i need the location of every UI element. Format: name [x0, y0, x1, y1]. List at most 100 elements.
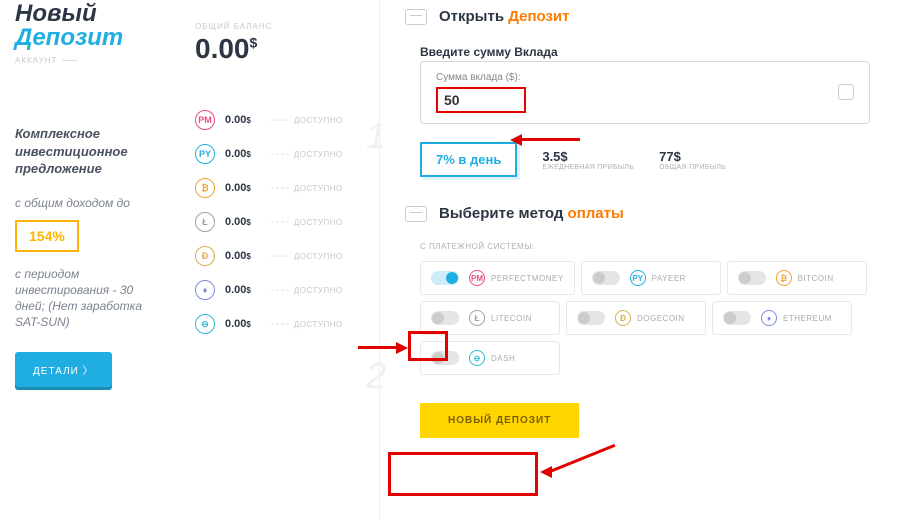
- step-1-number: 1: [366, 115, 386, 157]
- coin-dash: - - - -: [271, 216, 288, 228]
- payment-toggle[interactable]: [577, 311, 605, 325]
- amount-legend: Сумма вклада ($):: [436, 72, 854, 83]
- payment-method-payeer[interactable]: PY PAYEER: [581, 261, 721, 295]
- coin-row: Ł 0.00$ - - - - ДОСТУПНО: [195, 205, 364, 239]
- payment-header: Выберите метод оплаты: [405, 205, 870, 222]
- coin-dash: - - - -: [271, 182, 288, 194]
- coin-dash: - - - -: [271, 250, 288, 262]
- page-title-2: Депозит: [15, 24, 165, 52]
- payment-toggle[interactable]: [723, 311, 751, 325]
- daily-profit-val: 3.5$: [542, 149, 634, 164]
- promo-title: Комплексное инвестиционное предложение: [15, 125, 165, 178]
- payment-name: DASH: [491, 354, 515, 363]
- payment-icon: ♦: [761, 310, 777, 326]
- new-deposit-button[interactable]: НОВЫЙ ДЕПОЗИТ: [420, 403, 579, 438]
- coin-value: 0.00$: [225, 318, 265, 330]
- payment-from-label: С ПЛАТЕЖНОЙ СИСТЕМЫ:: [420, 242, 870, 251]
- payment-name: BITCOIN: [798, 274, 834, 283]
- coin-row: Ð 0.00$ - - - - ДОСТУПНО: [195, 239, 364, 273]
- payment-toggle[interactable]: [592, 271, 620, 285]
- coin-icon: PY: [195, 144, 215, 164]
- balance-amount: 0.00$: [195, 33, 364, 65]
- payment-toggle[interactable]: [431, 271, 459, 285]
- coin-status: ДОСТУПНО: [294, 218, 343, 227]
- payment-method-dogecoin[interactable]: Ð DOGECOIN: [566, 301, 706, 335]
- coin-dash: - - - -: [271, 284, 288, 296]
- amount-heading: Введите сумму Вклада: [420, 45, 870, 59]
- coin-row: ₿ 0.00$ - - - - ДОСТУПНО: [195, 171, 364, 205]
- details-button[interactable]: ДЕТАЛИ 〉: [15, 352, 112, 387]
- coin-icon: ₿: [195, 178, 215, 198]
- coin-value: 0.00$: [225, 114, 265, 126]
- open-deposit-header: Открыть Депозит: [405, 8, 870, 25]
- payment-icon: Ł: [469, 310, 485, 326]
- promo-sub: с общим доходом до: [15, 196, 165, 210]
- payment-method-bitcoin[interactable]: ₿ BITCOIN: [727, 261, 867, 295]
- coin-value: 0.00$: [225, 148, 265, 160]
- calculator-icon[interactable]: [838, 84, 854, 100]
- payment-name: ETHEREUM: [783, 314, 832, 323]
- coin-status: ДОСТУПНО: [294, 320, 343, 329]
- open-title-accent: Депозит: [508, 8, 569, 25]
- amount-input-wrap: Сумма вклада ($):: [420, 61, 870, 124]
- open-title-pre: Открыть: [439, 8, 508, 25]
- payment-name: PAYEER: [652, 274, 686, 283]
- coin-value: 0.00$: [225, 250, 265, 262]
- payment-method-dash[interactable]: ⊖ DASH: [420, 341, 560, 375]
- step-2-number: 2: [366, 355, 386, 397]
- balance-label: ОБЩИЙ БАЛАНС: [195, 22, 364, 31]
- promo-period: с периодом инвестирования - 30 дней; (Не…: [15, 266, 165, 331]
- wallet-icon: [405, 9, 427, 25]
- coin-row: PY 0.00$ - - - - ДОСТУПНО: [195, 137, 364, 171]
- coin-dash: - - - -: [271, 148, 288, 160]
- payment-name: PERFECTMONEY: [491, 274, 564, 283]
- payment-grid: PM PERFECTMONEY PY PAYEER ₿ BITCOIN Ł LI…: [420, 261, 870, 375]
- coin-list: PM 0.00$ - - - - ДОСТУПНОPY 0.00$ - - - …: [195, 103, 364, 341]
- annotation-submit-box: [388, 452, 538, 496]
- payment-method-perfectmoney[interactable]: PM PERFECTMONEY: [420, 261, 575, 295]
- payment-name: LITECOIN: [491, 314, 532, 323]
- balance-currency: $: [250, 35, 258, 51]
- coin-status: ДОСТУПНО: [294, 252, 343, 261]
- amount-input[interactable]: [436, 87, 526, 113]
- payment-method-litecoin[interactable]: Ł LITECOIN: [420, 301, 560, 335]
- coin-dash: - - - -: [271, 318, 288, 330]
- card-icon: [405, 206, 427, 222]
- payment-icon: Ð: [615, 310, 631, 326]
- coin-status: ДОСТУПНО: [294, 286, 343, 295]
- coin-status: ДОСТУПНО: [294, 184, 343, 193]
- payment-icon: ⊖: [469, 350, 485, 366]
- pay-title-accent: оплаты: [568, 205, 624, 222]
- coin-status: ДОСТУПНО: [294, 116, 343, 125]
- payment-toggle[interactable]: [431, 351, 459, 365]
- coin-status: ДОСТУПНО: [294, 150, 343, 159]
- coin-value: 0.00$: [225, 284, 265, 296]
- payment-icon: PM: [469, 270, 485, 286]
- account-label: АККАУНТ: [15, 56, 165, 65]
- payment-name: DOGECOIN: [637, 314, 685, 323]
- coin-row: ⊖ 0.00$ - - - - ДОСТУПНО: [195, 307, 364, 341]
- payment-icon: PY: [630, 270, 646, 286]
- coin-row: ♦ 0.00$ - - - - ДОСТУПНО: [195, 273, 364, 307]
- daily-profit: 3.5$ ЕЖЕДНЕВНАЯ ПРИБЫЛЬ: [542, 149, 634, 171]
- coin-icon: PM: [195, 110, 215, 130]
- promo-percent: 154%: [15, 220, 79, 252]
- coin-icon: Ð: [195, 246, 215, 266]
- coin-icon: ♦: [195, 280, 215, 300]
- balance-value: 0.00: [195, 33, 250, 64]
- total-profit: 77$ ОБЩАЯ ПРИБЫЛЬ: [659, 149, 726, 171]
- coin-dash: - - - -: [271, 114, 288, 126]
- total-profit-lbl: ОБЩАЯ ПРИБЫЛЬ: [659, 164, 726, 171]
- payment-toggle[interactable]: [431, 311, 459, 325]
- coin-icon: Ł: [195, 212, 215, 232]
- coin-value: 0.00$: [225, 182, 265, 194]
- daily-profit-lbl: ЕЖЕДНЕВНАЯ ПРИБЫЛЬ: [542, 164, 634, 171]
- pay-title-pre: Выберите метод: [439, 205, 568, 222]
- payment-icon: ₿: [776, 270, 792, 286]
- coin-icon: ⊖: [195, 314, 215, 334]
- coin-row: PM 0.00$ - - - - ДОСТУПНО: [195, 103, 364, 137]
- payment-toggle[interactable]: [738, 271, 766, 285]
- total-profit-val: 77$: [659, 149, 726, 164]
- payment-method-ethereum[interactable]: ♦ ETHEREUM: [712, 301, 852, 335]
- rate-box: 7% в день: [420, 142, 517, 177]
